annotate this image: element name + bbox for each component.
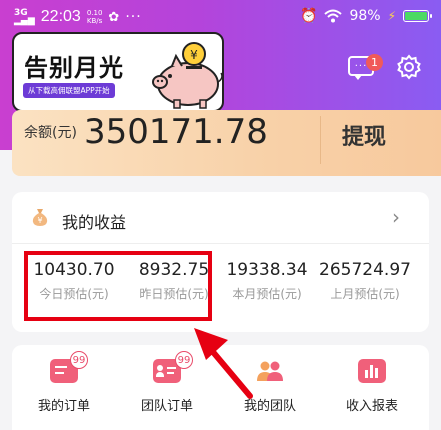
- piggy-bank-icon: ¥: [152, 42, 223, 109]
- stat-label: 本月预估(元): [232, 287, 302, 301]
- function-label: 收入报表: [345, 399, 398, 414]
- banner-title: 告别月光: [24, 54, 124, 82]
- moneybag-icon: ¥: [32, 209, 48, 226]
- status-bar: 3G ▂▄▆ 22:03 0.10 KB/s ✿ ··· ⏰ 98% ⚡: [0, 0, 441, 34]
- stat-label: 上月预估(元): [330, 287, 400, 301]
- battery-fill: [405, 12, 427, 20]
- svg-text:¥: ¥: [37, 216, 42, 225]
- my-orders-button[interactable]: 99 我的订单: [19, 351, 109, 414]
- network-speed-unit: KB/s: [86, 17, 103, 25]
- gear-icon[interactable]: [396, 54, 422, 80]
- network-speed-value: 0.10: [86, 9, 103, 17]
- stat-last-month[interactable]: 265724.97 上月预估(元): [315, 260, 415, 302]
- balance-label: 余额(元): [24, 125, 77, 141]
- annotation-highlight-box: [24, 251, 212, 321]
- signal-icon: 3G ▂▄▆: [14, 8, 35, 26]
- battery-percent: 98%: [349, 8, 381, 24]
- annotation-arrow-icon: [194, 328, 253, 399]
- message-badge: 1: [366, 54, 383, 71]
- wechat-icon: ✿: [108, 9, 120, 25]
- balance-card: 余额(元) 350171.78 提现: [12, 110, 441, 176]
- stat-this-month[interactable]: 19338.34 本月预估(元): [217, 260, 317, 302]
- banner-subtitle: 从下载高佣联盟APP开始: [23, 83, 115, 98]
- svg-text:¥: ¥: [190, 48, 198, 62]
- function-label: 我的订单: [37, 399, 90, 414]
- balance-divider: [320, 116, 321, 164]
- more-notifications-icon: ···: [125, 9, 142, 25]
- status-time: 22:03: [40, 8, 81, 25]
- network-speed: 0.10 KB/s: [87, 9, 103, 25]
- earnings-header[interactable]: ¥ 我的收益 ›: [12, 192, 429, 244]
- order-badge: 99: [70, 351, 88, 369]
- earnings-title: 我的收益: [62, 213, 127, 232]
- report-icon: [358, 359, 386, 383]
- team-order-icon: 99: [153, 351, 193, 383]
- stat-value: 265724.97: [319, 260, 411, 280]
- order-icon: 99: [50, 351, 88, 383]
- chevron-right-icon[interactable]: ›: [392, 205, 400, 229]
- wifi-icon: [324, 9, 343, 23]
- battery-icon: [403, 10, 432, 22]
- income-report-button[interactable]: 收入报表: [327, 359, 417, 414]
- charging-icon: ⚡: [387, 9, 396, 23]
- withdraw-button[interactable]: 提现: [342, 119, 386, 151]
- balance-value: 350171.78: [84, 112, 268, 152]
- alarm-icon: ⏰: [300, 8, 318, 24]
- stat-value: 19338.34: [226, 260, 308, 280]
- promo-banner[interactable]: 告别月光 从下载高佣联盟APP开始 ¥: [12, 32, 224, 112]
